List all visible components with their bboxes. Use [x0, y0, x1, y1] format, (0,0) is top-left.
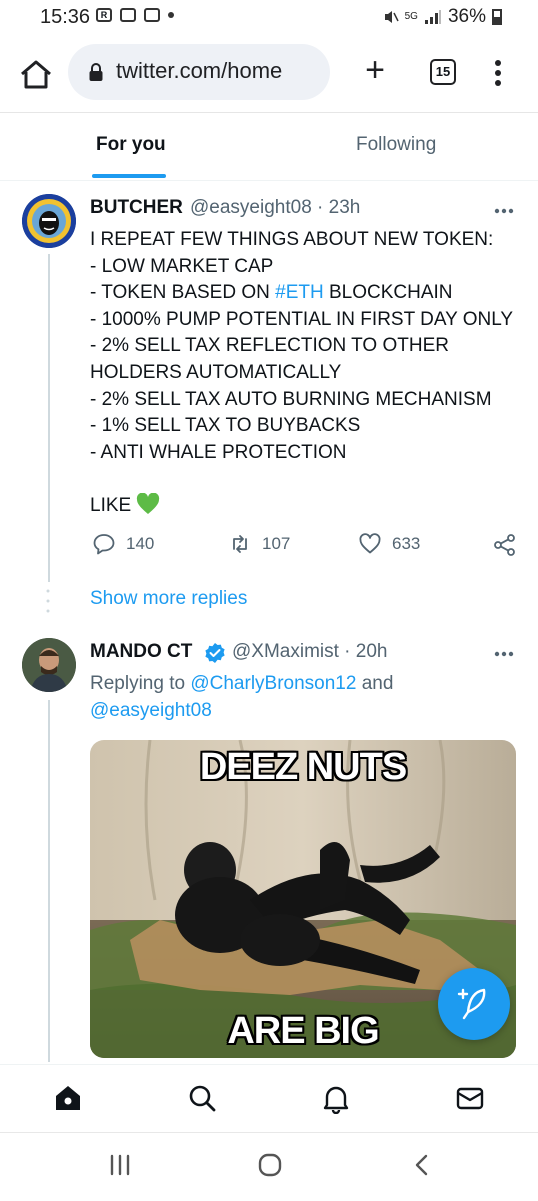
replying-and: and	[356, 673, 394, 694]
tweet-line: - 2% SELL TAX AUTO BURNING MECHANISM	[90, 388, 492, 410]
tweet-line: - TOKEN BASED ON #ETH BLOCKCHAIN	[90, 280, 530, 307]
tweet-line: - ANTI WHALE PROTECTION	[90, 441, 347, 463]
author-name[interactable]: MANDO CT	[90, 641, 192, 663]
compose-feather-icon	[457, 988, 486, 1020]
tweet-line: - 1% SELL TAX TO BUYBACKS	[90, 415, 361, 437]
tweet-line: I REPEAT FEW THINGS ABOUT NEW TOKEN:	[90, 229, 494, 250]
notification-app-icon	[120, 8, 136, 22]
notification-icons: R	[96, 8, 174, 22]
reply-button[interactable]: 140	[92, 532, 154, 556]
tweet-line: - 1000% PUMP POTENTIAL IN FIRST DAY ONLY	[90, 308, 514, 330]
more-notifications-icon	[168, 12, 174, 18]
verified-badge-icon	[205, 643, 225, 663]
tweet-line: LIKE	[90, 492, 530, 520]
tab-switcher-button[interactable]: 15	[430, 59, 456, 85]
tweet-line	[90, 466, 530, 493]
back-icon[interactable]	[408, 1152, 436, 1178]
messages-envelope-icon[interactable]	[454, 1082, 486, 1114]
home-nav-icon[interactable]	[52, 1082, 84, 1114]
thread-line	[48, 700, 50, 1062]
tweet-line-suffix: BLOCKCHAIN	[323, 282, 453, 304]
tab-for-you[interactable]: For you	[96, 134, 166, 156]
notification-r-icon: R	[96, 8, 112, 22]
like-count: 633	[392, 534, 421, 553]
status-time: 15:36	[40, 6, 91, 28]
battery-percent: 36%	[447, 6, 486, 27]
replying-to: Replying to @CharlyBronson12 and @easyeig…	[90, 670, 530, 724]
timeline-tabs	[0, 112, 538, 181]
mention-link[interactable]: @CharlyBronson12	[190, 673, 356, 694]
search-icon[interactable]	[186, 1082, 218, 1114]
share-icon[interactable]	[494, 534, 516, 556]
show-more-replies-link[interactable]: Show more replies	[90, 588, 247, 610]
tweet-line: - LOW MARKET CAP	[90, 255, 274, 277]
avatar[interactable]	[22, 638, 76, 692]
more-horiz-icon[interactable]	[494, 208, 514, 214]
author-handle[interactable]: @XMaximist · 20h	[232, 641, 388, 663]
status-right: 5G 36%	[383, 6, 502, 28]
reply-icon	[93, 534, 115, 555]
tweet-line: - 2% SELL TAX REFLECTION TO OTHER	[90, 335, 449, 357]
author-name[interactable]: BUTCHER	[90, 197, 183, 219]
hashtag-link[interactable]: #ETH	[275, 282, 324, 303]
home-icon[interactable]	[18, 58, 54, 90]
new-tab-button[interactable]: +	[360, 53, 390, 87]
thread-line	[48, 254, 50, 582]
network-label: 5G	[404, 11, 418, 22]
tweet-line-prefix: - TOKEN BASED ON	[90, 282, 276, 304]
tweet-line-like: LIKE	[90, 494, 132, 516]
replying-to-label: Replying to	[90, 673, 191, 694]
reply-count: 140	[126, 534, 155, 553]
system-home-icon[interactable]	[256, 1152, 284, 1178]
retweet-button[interactable]: 107	[228, 532, 290, 556]
active-tab-indicator	[92, 174, 166, 178]
thread-dots	[46, 589, 50, 613]
signal-icon	[424, 10, 441, 24]
url-text[interactable]: twitter.com/home	[116, 58, 282, 84]
retweet-icon	[233, 535, 247, 553]
like-button[interactable]: 633	[358, 532, 420, 556]
mention-link[interactable]: @easyeight08	[90, 700, 212, 721]
recent-apps-icon[interactable]	[106, 1152, 134, 1178]
tab-following[interactable]: Following	[356, 134, 436, 156]
more-horiz-icon[interactable]	[494, 651, 514, 657]
mute-icon	[384, 11, 399, 23]
tweet-line: HOLDERS AUTOMATICALLY	[90, 361, 342, 383]
notifications-bell-icon[interactable]	[320, 1082, 352, 1114]
battery-icon	[492, 9, 502, 25]
notification-circle-icon	[144, 8, 160, 22]
tweet-text: I REPEAT FEW THINGS ABOUT NEW TOKEN: - L…	[90, 227, 530, 520]
compose-tweet-button[interactable]	[438, 968, 510, 1040]
meme-caption-top: DEEZ NUTS	[199, 746, 407, 788]
retweet-count: 107	[262, 534, 291, 553]
like-icon	[359, 533, 381, 554]
author-handle[interactable]: @easyeight08 · 23h	[190, 197, 360, 219]
more-vert-icon[interactable]	[490, 58, 506, 88]
avatar[interactable]	[22, 194, 76, 248]
lock-icon[interactable]	[88, 62, 104, 82]
green-heart-icon	[137, 492, 160, 514]
